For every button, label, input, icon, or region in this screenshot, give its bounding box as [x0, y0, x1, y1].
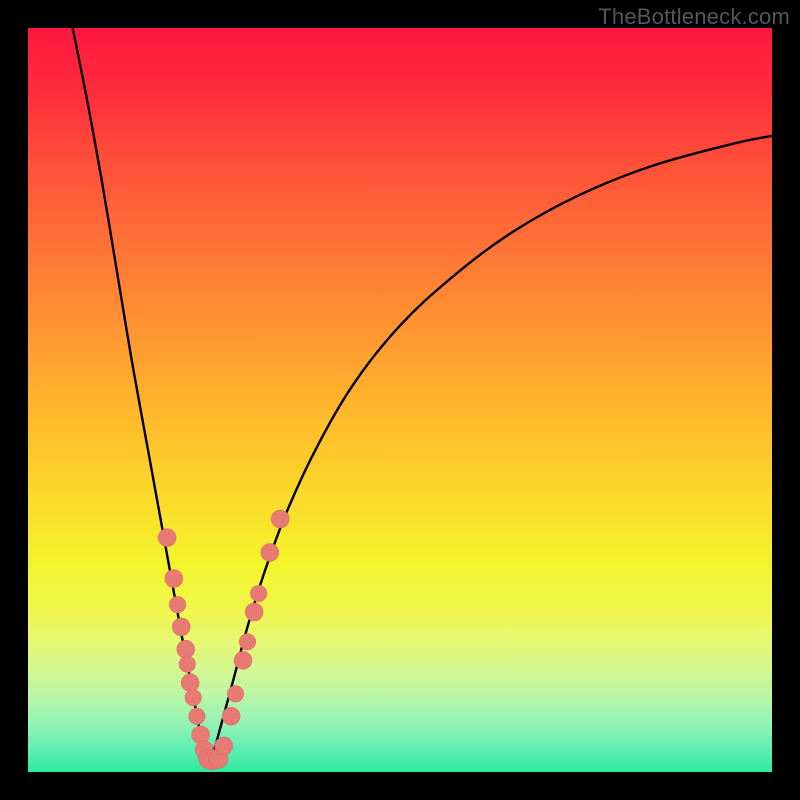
highlight-dot — [250, 585, 266, 601]
highlight-dot — [185, 689, 201, 705]
highlight-dot — [222, 707, 240, 725]
highlight-dot — [245, 603, 263, 621]
highlight-dots — [158, 510, 289, 770]
highlight-dot — [234, 651, 252, 669]
highlight-dot — [239, 634, 255, 650]
highlight-dot — [261, 544, 279, 562]
highlight-dot — [172, 618, 190, 636]
outer-frame: TheBottleneck.com — [0, 0, 800, 800]
curve-right-arm — [208, 136, 772, 761]
plot-area — [28, 28, 772, 772]
watermark-text: TheBottleneck.com — [598, 4, 790, 30]
highlight-dot — [179, 656, 195, 672]
highlight-dot — [169, 596, 185, 612]
chart-svg — [28, 28, 772, 772]
highlight-dot — [215, 737, 233, 755]
highlight-dot — [181, 674, 199, 692]
highlight-dot — [271, 510, 289, 528]
highlight-dot — [227, 686, 243, 702]
highlight-dot — [158, 529, 176, 547]
highlight-dot — [177, 640, 195, 658]
highlight-dot — [165, 570, 183, 588]
highlight-dot — [189, 708, 205, 724]
